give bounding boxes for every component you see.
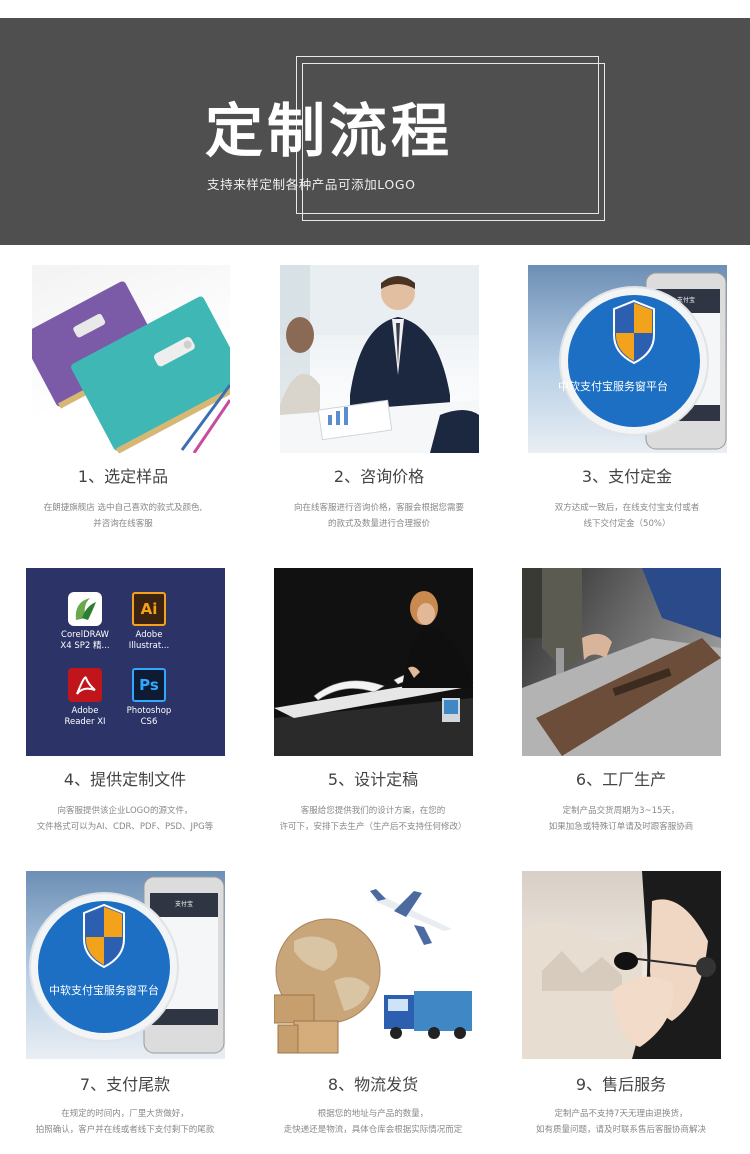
step-5-desc-line-1: 客服给您提供我们的设计方案，在您的 [300, 806, 446, 816]
illustrator-icon: Ai [132, 592, 166, 626]
step-3-desc-line-2: 线下交付定金（50%） [583, 519, 671, 529]
notebook-image [32, 265, 230, 453]
illustrator-label-line-2: Illustrat... [128, 641, 170, 651]
step-9-desc-line-2: 如有质量问题，请及时联系售后客服协商解决 [535, 1125, 706, 1135]
header-banner: 定制流程 支持来样定制各种产品可添加LOGO [0, 18, 750, 245]
step-4-desc-line-1: 向客服提供该企业LOGO的源文件， [57, 806, 193, 816]
step-2-desc-line-2: 的款式及数量进行合理报价 [327, 519, 430, 529]
step-2-label: 2、咨询价格 [333, 467, 425, 486]
corel-label: CorelDRAW X4 SP2 精... [54, 630, 116, 652]
desktop-files-image: CorelDRAW X4 SP2 精... Ai Adobe Illustrat… [26, 568, 225, 756]
reader-label-line-1: Adobe [71, 706, 99, 716]
step-9-label: 9、售后服务 [575, 1075, 667, 1094]
alipay-phone-image: 中软支付宝服务窗平台 支付宝 [528, 265, 727, 453]
step-4-desc-line-2: 文件格式可以为AI、CDR、PDF、PSD、JPG等 [36, 822, 214, 832]
reader-icon [68, 668, 102, 702]
logistics-image [274, 871, 473, 1059]
step-7-desc-line-2: 拍照确认，客户并在线或者线下支付剩下的尾款 [35, 1125, 215, 1135]
corel-label-line-1: CorelDRAW [61, 630, 109, 640]
step-1-label: 1、选定样品 [77, 467, 169, 486]
photoshop-label-line-1: Photoshop [126, 706, 172, 716]
step-7-label: 7、支付尾款 [79, 1075, 171, 1094]
reader-label: Adobe Reader XI [54, 706, 116, 728]
step-6-desc-line-2: 如果加急或特殊订单请及时跟客服协商 [548, 822, 694, 832]
page-title: 定制流程 [205, 97, 454, 165]
alipay-caption: 中软支付宝服务窗平台 [558, 380, 668, 393]
photoshop-label: Photoshop CS6 [118, 706, 180, 728]
step-1-desc-line-1: 在朗捷旗舰店 选中自己喜欢的款式及颜色, [43, 503, 203, 513]
step-5-desc-line-2: 许可下，安排下去生产（生产后不支持任何修改） [279, 822, 467, 832]
step-9-desc-line-1: 定制产品不支持7天无理由退换货， [554, 1109, 688, 1119]
corel-icon [68, 592, 102, 626]
phone-app-title-2: 支付宝 [174, 901, 193, 908]
reader-label-line-2: Reader XI [64, 717, 106, 727]
corel-label-line-2: X4 SP2 精... [60, 641, 110, 651]
illustrator-label-line-1: Adobe [135, 630, 163, 640]
step-8-desc-line-1: 根据您的地址与产品的数量， [317, 1109, 429, 1119]
factory-sewing-image [522, 568, 721, 756]
step-8-label: 8、物流发货 [327, 1075, 419, 1094]
step-8-desc-line-2: 走快递还是物流，具体仓库会根据实际情况而定 [283, 1125, 463, 1135]
step-6-label: 6、工厂生产 [575, 770, 667, 789]
alipay-phone-image-2: 中软支付宝服务窗平台 支付宝 [26, 871, 225, 1059]
step-6-desc-line-1: 定制产品交货周期为3~15天， [562, 806, 680, 816]
photoshop-icon: Ps [132, 668, 166, 702]
customer-service-image [522, 871, 721, 1059]
step-7-desc-line-1: 在规定的时间内，厂里大货做好， [61, 1109, 189, 1119]
alipay-caption-2: 中软支付宝服务窗平台 [49, 984, 159, 997]
step-1-desc-line-2: 并咨询在线客服 [93, 519, 153, 529]
business-meeting-image [280, 265, 479, 453]
step-4-label: 4、提供定制文件 [63, 770, 187, 789]
step-2-desc-line-1: 向在线客服进行咨询价格，客服会根据您需要 [293, 503, 464, 513]
phone-app-title: 支付宝 [676, 297, 695, 304]
step-3-label: 3、支付定金 [581, 467, 673, 486]
designer-drawing-image [274, 568, 473, 756]
step-3-desc-line-1: 双方达成一致后，在线支付宝支付或者 [554, 503, 700, 513]
step-5-label: 5、设计定稿 [327, 770, 419, 789]
photoshop-label-line-2: CS6 [140, 717, 158, 727]
page-subtitle: 支持来样定制各种产品可添加LOGO [207, 177, 416, 192]
illustrator-label: Adobe Illustrat... [118, 630, 180, 652]
